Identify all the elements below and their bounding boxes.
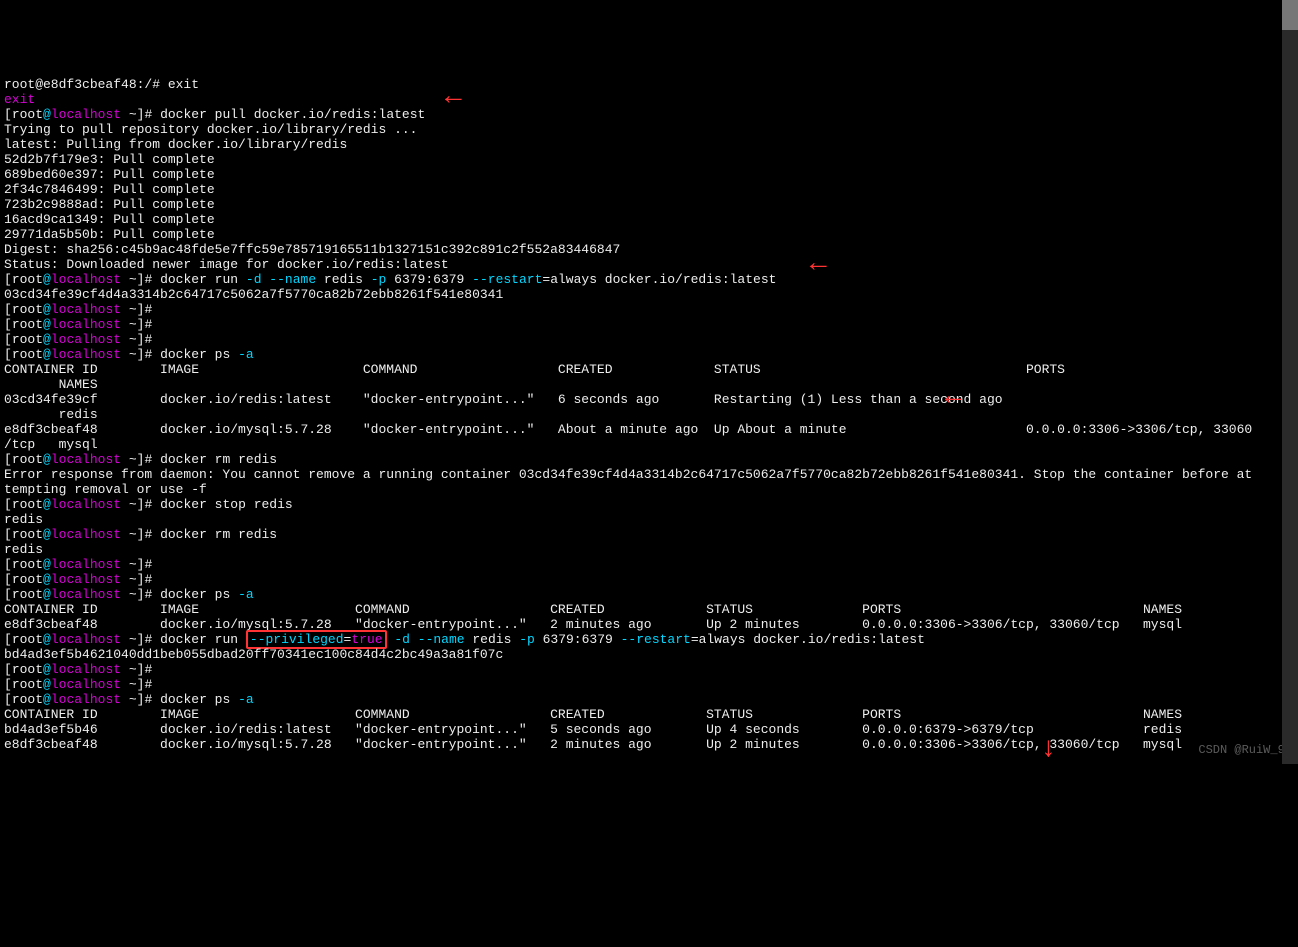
prompt: [root@localhost ~]# [4,107,160,122]
annotation-arrow-icon [810,257,827,272]
prompt: [root@localhost ~]# [4,662,160,677]
line: 03cd34fe39cf4d4a3314b2c64717c5062a7f5770… [4,287,503,302]
cmd-run: docker run -d --name redis -p 6379:6379 … [160,272,776,287]
prompt: [root@localhost ~]# [4,572,160,587]
ps-row: e8df3cbeaf48 docker.io/mysql:5.7.28 "doc… [4,422,1252,452]
prompt: [root@localhost ~]# [4,677,160,692]
ps-row: e8df3cbeaf48 docker.io/mysql:5.7.28 "doc… [4,617,1182,632]
prompt: [root@localhost ~]# [4,452,160,467]
scrollbar[interactable] [1282,0,1298,764]
prompt: [root@localhost ~]# [4,632,160,647]
line: redis [4,542,43,557]
ps-row: 03cd34fe39cf docker.io/redis:latest "doc… [4,392,1252,422]
prompt: [root@localhost ~]# [4,332,160,347]
prompt: [root@localhost ~]# [4,317,160,332]
line: Digest: sha256:c45b9ac48fde5e7ffc59e7857… [4,242,620,257]
cmd-ps: docker ps -a [160,587,254,602]
line: redis [4,512,43,527]
line: bd4ad3ef5b4621040dd1beb055dbad20ff70341e… [4,647,503,662]
line: latest: Pulling from docker.io/library/r… [4,137,347,152]
prompt: [root@localhost ~]# [4,347,160,362]
ps-row: bd4ad3ef5b46 docker.io/redis:latest "doc… [4,722,1182,737]
ps-header: CONTAINER ID IMAGE COMMAND CREATED STATU… [4,602,1182,617]
prompt: [root@localhost ~]# [4,692,160,707]
ps-row: e8df3cbeaf48 docker.io/mysql:5.7.28 "doc… [4,737,1182,752]
cmd-rm: docker rm redis [160,452,277,467]
annotation-arrow-icon [445,90,462,105]
prompt: [root@localhost ~]# [4,527,160,542]
line: 689bed60e397: Pull complete [4,167,222,182]
line: 2f34c7846499: Pull complete [4,182,222,197]
line: exit [4,92,35,107]
prompt: [root@localhost ~]# [4,497,160,512]
prompt: [root@localhost ~]# [4,557,160,572]
line: 16acd9ca1349: Pull complete [4,212,222,227]
prompt: [root@localhost ~]# [4,302,160,317]
cmd-ps: docker ps -a [160,347,254,362]
error-line: Error response from daemon: You cannot r… [4,467,1252,497]
prompt: [root@localhost ~]# [4,272,160,287]
cmd-stop: docker stop redis [160,497,293,512]
terminal-output[interactable]: root@e8df3cbeaf48:/# exit exit [root@loc… [0,60,1298,827]
line: Trying to pull repository docker.io/libr… [4,122,425,137]
prompt: [root@localhost ~]# [4,587,160,602]
ps-header: CONTAINER ID IMAGE COMMAND CREATED STATU… [4,707,1182,722]
cmd-pull: docker pull docker.io/redis:latest [160,107,425,122]
line: Status: Downloaded newer image for docke… [4,257,449,272]
line: root@e8df3cbeaf48:/# exit [4,77,199,92]
line: 52d2b7f179e3: Pull complete [4,152,222,167]
watermark-text: CSDN @RuiW_97 [1198,743,1292,758]
ps-header: CONTAINER ID IMAGE COMMAND CREATED STATU… [4,362,1252,392]
line: 723b2c9888ad: Pull complete [4,197,222,212]
cmd-ps: docker ps -a [160,692,254,707]
scrollbar-thumb[interactable] [1282,0,1298,30]
cmd-rm: docker rm redis [160,527,277,542]
line: 29771da5b50b: Pull complete [4,227,222,242]
